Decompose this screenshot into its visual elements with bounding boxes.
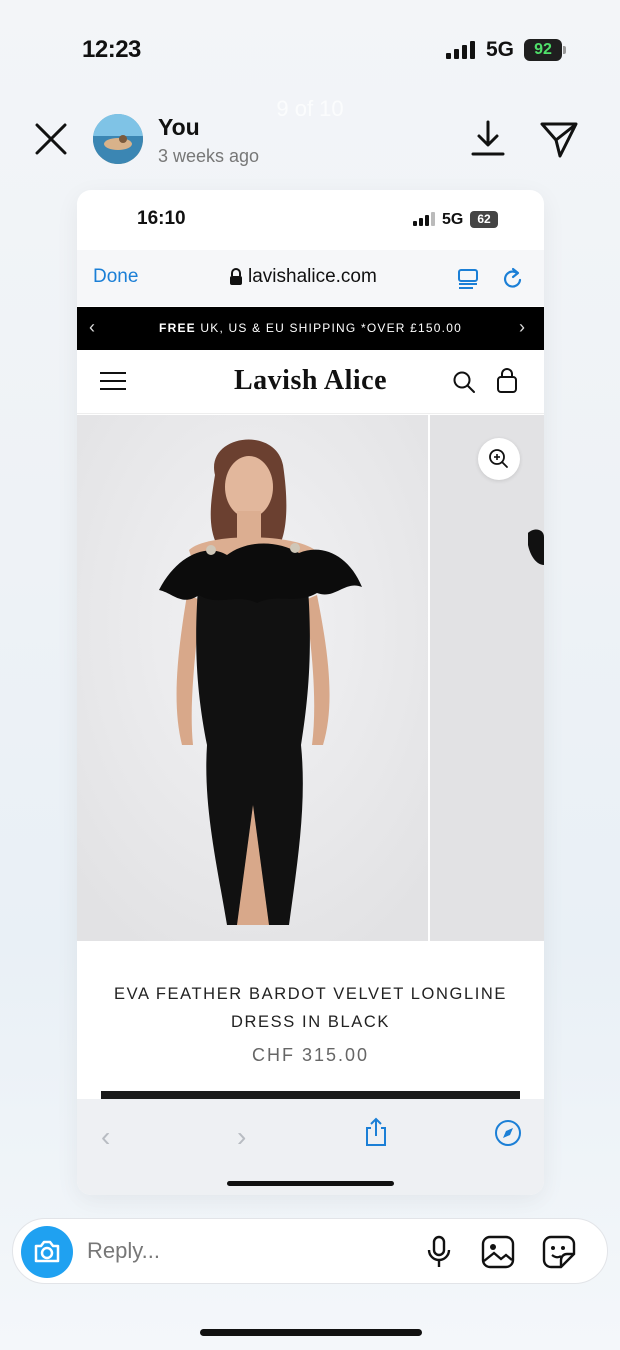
inner-status-time: 16:10 (137, 208, 186, 229)
promo-bold-text: FREE (159, 321, 196, 335)
send-icon[interactable] (538, 118, 580, 160)
battery-nub (563, 46, 566, 54)
sticker-icon[interactable] (541, 1234, 577, 1270)
reply-bar: Reply... (12, 1218, 608, 1284)
browser-toolbar: ‹ › (77, 1099, 544, 1195)
inner-signal-icon (413, 212, 435, 226)
camera-button[interactable] (21, 1226, 73, 1278)
back-button[interactable]: ‹ (101, 1121, 110, 1153)
promo-banner: ‹ FREE UK, US & EU SHIPPING *OVER £150.0… (77, 307, 544, 350)
zoom-icon (489, 449, 508, 468)
gallery-icon[interactable] (481, 1235, 515, 1269)
story-counter: 9 of 10 (276, 96, 344, 121)
promo-next-arrow[interactable]: › (519, 317, 525, 338)
home-indicator (200, 1329, 422, 1336)
battery-indicator: 92 (524, 39, 562, 61)
lock-icon (230, 268, 242, 285)
product-price: CHF 315.00 (251, 1045, 370, 1065)
done-button[interactable]: Done (93, 266, 138, 288)
product-image-next[interactable] (430, 415, 544, 941)
username[interactable]: You (158, 114, 200, 141)
search-icon[interactable] (452, 370, 476, 394)
promo-text: FREE UK, US & EU SHIPPING *OVER £150.00 (77, 321, 544, 335)
reply-input[interactable]: Reply... (87, 1238, 160, 1264)
avatar[interactable] (93, 114, 143, 164)
add-to-bag-bar[interactable] (101, 1091, 520, 1099)
forward-button[interactable]: › (237, 1121, 246, 1153)
network-type: 5G (486, 38, 515, 61)
url-text[interactable]: lavishalice.com (248, 266, 377, 288)
shared-screenshot: 16:10 5G 62 Done lavishalice.com ‹ FREE … (77, 190, 544, 1195)
close-icon[interactable] (30, 118, 72, 160)
share-icon[interactable] (363, 1117, 389, 1147)
product-image[interactable] (77, 415, 428, 941)
camera-icon (34, 1240, 60, 1263)
story-timestamp: 3 weeks ago (158, 146, 260, 166)
product-title: EVA FEATHER BARDOT VELVET LONGLINE DRESS… (113, 985, 508, 1031)
inner-battery-indicator: 62 (470, 211, 498, 228)
promo-shipping-text: UK, US & EU SHIPPING *OVER £150.00 (195, 321, 462, 335)
status-time: 12:23 (82, 36, 141, 63)
inner-network-type: 5G (442, 211, 464, 228)
signal-icon (446, 41, 475, 59)
download-icon[interactable] (468, 118, 508, 158)
compass-icon[interactable] (494, 1119, 522, 1147)
site-header: Lavish Alice (77, 350, 544, 414)
zoom-button[interactable] (478, 438, 520, 480)
inner-home-indicator (227, 1181, 394, 1186)
bag-icon[interactable] (496, 368, 518, 394)
reload-icon[interactable] (502, 267, 524, 291)
reader-icon[interactable] (457, 268, 479, 290)
mic-icon[interactable] (425, 1235, 453, 1269)
